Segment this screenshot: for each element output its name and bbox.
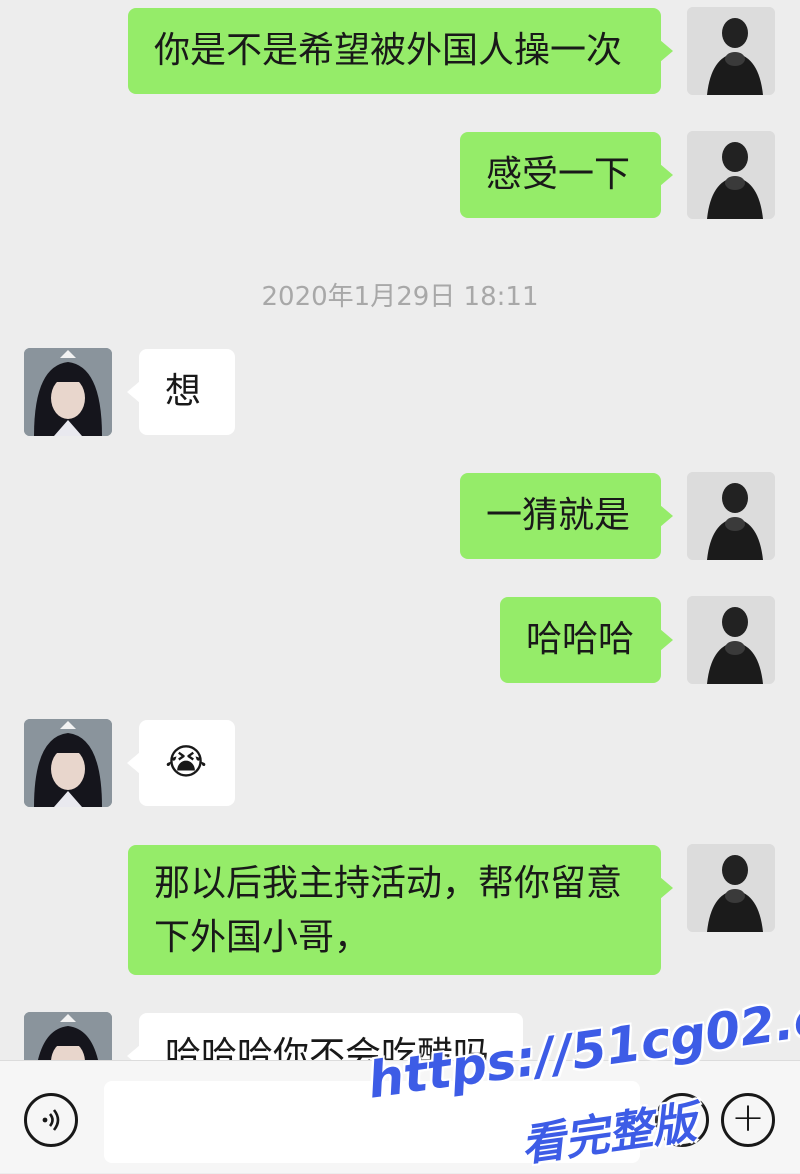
message-bubble-sent[interactable]: 哈哈哈: [500, 597, 673, 683]
my-avatar[interactable]: [687, 844, 775, 932]
message-bubble-sent[interactable]: 一猜就是: [460, 473, 673, 559]
voice-icon: [42, 1109, 60, 1131]
message-text: 想: [165, 371, 202, 412]
message-text: 感受一下: [486, 154, 631, 195]
more-options-button[interactable]: +: [721, 1093, 775, 1147]
message-timestamp: 2020年1月29日 18:11: [261, 282, 539, 312]
my-avatar[interactable]: [687, 472, 775, 560]
my-avatar[interactable]: [687, 131, 775, 219]
contact-avatar[interactable]: [24, 1012, 112, 1060]
message-text-line: 下外国小哥，: [154, 917, 371, 958]
message-bubble-sent[interactable]: 你是不是希望被外国人操一次: [128, 8, 673, 94]
plus-icon: +: [731, 1095, 765, 1141]
message-bubble-received[interactable]: 😭: [127, 720, 235, 806]
chat-area[interactable]: 你是不是希望被外国人操一次 感受一下 2020年1月29日 18:11 想 一猜…: [0, 0, 800, 1060]
contact-avatar[interactable]: [24, 348, 112, 436]
contact-avatar[interactable]: [24, 719, 112, 807]
message-text: 你是不是希望被外国人操一次: [154, 30, 623, 71]
message-bubble-sent[interactable]: 那以后我主持活动，帮你留意 下外国小哥，: [128, 845, 673, 975]
voice-input-button[interactable]: [24, 1093, 78, 1147]
crying-emoji: 😭: [165, 742, 208, 783]
message-bubble-sent[interactable]: 感受一下: [460, 132, 673, 218]
message-text: 一猜就是: [486, 495, 631, 536]
message-text: 哈哈哈: [526, 619, 635, 660]
message-bubble-received[interactable]: 想: [127, 349, 235, 435]
my-avatar[interactable]: [687, 7, 775, 95]
my-avatar[interactable]: [687, 596, 775, 684]
message-text-line: 那以后我主持活动，帮你留意: [154, 863, 623, 904]
